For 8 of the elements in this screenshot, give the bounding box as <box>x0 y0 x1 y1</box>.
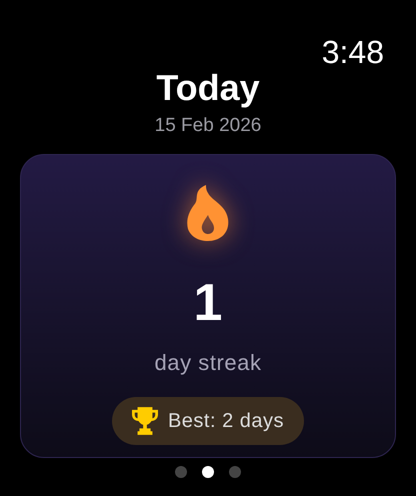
flame-icon <box>186 185 230 241</box>
trophy-icon <box>132 407 158 435</box>
clock-time: 3:48 <box>322 34 384 70</box>
best-streak-text: Best: 2 days <box>168 409 284 434</box>
date-text: 15 Feb 2026 <box>154 114 262 138</box>
streak-count: 1 <box>194 275 222 331</box>
page-title: Today <box>156 68 260 108</box>
streak-label: day streak <box>154 349 262 377</box>
